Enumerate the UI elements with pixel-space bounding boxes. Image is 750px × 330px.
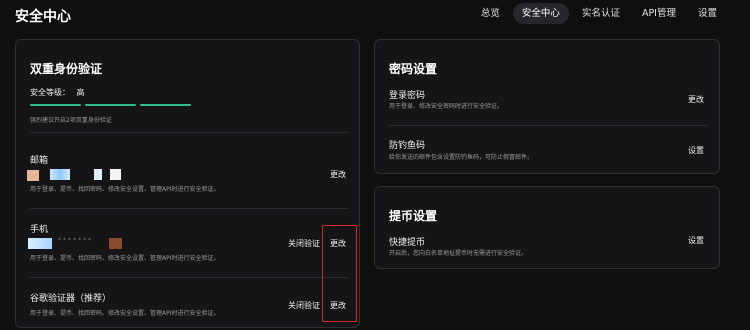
google-authenticator-label: 谷歌验证器（推荐） xyxy=(30,294,112,304)
password-settings-title: 密码设置 xyxy=(389,62,438,76)
email-label: 邮箱 xyxy=(30,156,49,166)
divider xyxy=(30,132,348,133)
withdraw-settings-title: 提币设置 xyxy=(389,209,438,223)
anti-phishing-code-description: 给你发送的邮件包含设置防钓鱼码，可防止假冒邮件。 xyxy=(389,154,534,161)
login-password-label: 登录密码 xyxy=(389,91,426,101)
email-masked-value-part xyxy=(50,169,70,180)
tab-security-center[interactable]: 安全中心 xyxy=(512,3,569,24)
highlight-annotation-box xyxy=(322,225,357,322)
nav-tabs: 总览 安全中心 实名认证 API管理 设置 xyxy=(472,3,726,24)
email-description: 用于登录、提币、找回密码、修改安全设置、管理API时进行安全验证。 xyxy=(30,186,220,193)
email-change-button[interactable]: 更改 xyxy=(330,169,346,180)
phone-disable-button[interactable]: 关闭验证 xyxy=(288,238,320,249)
email-masked-value-part xyxy=(94,169,102,180)
security-level-bar-3 xyxy=(140,104,191,106)
password-settings-card: 密码设置 登录密码 用于登录、修改安全密码时进行安全验证。 更改 防钓鱼码 给你… xyxy=(374,39,720,174)
security-level-label: 安全等级： xyxy=(30,88,70,97)
security-level-bar-2 xyxy=(85,104,136,106)
page-title: 安全中心 xyxy=(15,9,71,25)
two-factor-title: 双重身份验证 xyxy=(30,62,103,76)
tab-api-management[interactable]: API管理 xyxy=(633,3,685,24)
anti-phishing-code-set-button[interactable]: 设置 xyxy=(688,145,704,156)
quick-withdraw-description: 开启后，您向白名单地址提币时无需进行安全验证。 xyxy=(389,250,528,257)
withdraw-settings-card: 提币设置 快捷提币 开启后，您向白名单地址提币时无需进行安全验证。 设置 xyxy=(374,186,720,269)
phone-masked-value-part xyxy=(109,238,122,249)
security-level-value: 高 xyxy=(76,88,85,97)
tab-settings[interactable]: 设置 xyxy=(689,3,726,24)
phone-masked-stars: ******* xyxy=(58,237,93,244)
anti-phishing-code-label: 防钓鱼码 xyxy=(389,141,426,151)
login-password-description: 用于登录、修改安全密码时进行安全验证。 xyxy=(389,103,504,110)
security-tip: 强烈建议开启2项双重身份验证 xyxy=(30,117,112,124)
quick-withdraw-label: 快捷提币 xyxy=(389,238,426,248)
google-authenticator-description: 用于登录、提币、找回密码、修改安全设置、管理API时进行安全验证。 xyxy=(30,310,220,317)
two-factor-card: 双重身份验证 安全等级： 高 强烈建议开启2项双重身份验证 邮箱 用于登录、提币… xyxy=(15,39,360,328)
divider xyxy=(30,277,348,278)
divider xyxy=(389,125,707,126)
security-level-bar-1 xyxy=(30,104,81,106)
email-masked-value xyxy=(27,170,39,181)
quick-withdraw-set-button[interactable]: 设置 xyxy=(688,235,704,246)
tab-overview[interactable]: 总览 xyxy=(472,3,509,24)
phone-masked-value xyxy=(28,238,52,249)
phone-description: 用于登录、提币、找回密码、修改安全设置、管理API时进行安全验证。 xyxy=(30,255,220,262)
email-masked-value-part xyxy=(110,169,121,180)
divider xyxy=(30,208,348,209)
login-password-change-button[interactable]: 更改 xyxy=(688,94,704,105)
top-bar: 安全中心 总览 安全中心 实名认证 API管理 设置 xyxy=(0,0,750,30)
google-authenticator-disable-button[interactable]: 关闭验证 xyxy=(288,300,320,311)
security-level: 安全等级： 高 xyxy=(30,87,85,98)
tab-identity-verification[interactable]: 实名认证 xyxy=(573,3,629,24)
phone-label: 手机 xyxy=(30,225,49,235)
